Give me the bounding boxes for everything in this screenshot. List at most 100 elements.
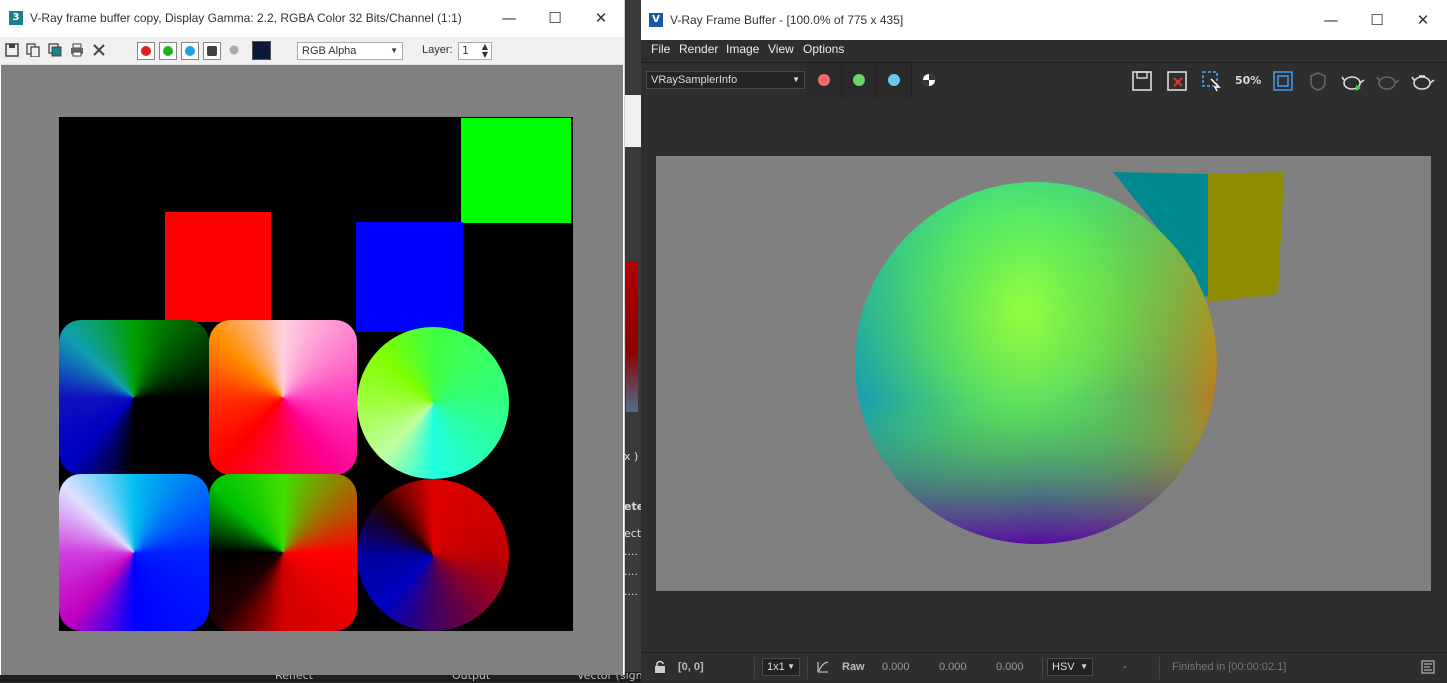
render-time: Finished in [00:00:02.1]: [1172, 661, 1287, 673]
separator: [1042, 657, 1043, 679]
value-b: 0.000: [996, 661, 1024, 673]
blue-channel-icon: [185, 46, 195, 56]
channel-select[interactable]: RGB Alpha ▼: [297, 42, 403, 60]
value-mode: Raw: [842, 661, 865, 673]
menu-render[interactable]: Render: [679, 42, 718, 56]
window-title: V-Ray frame buffer copy, Display Gamma: …: [30, 11, 462, 25]
window-title: V-Ray Frame Buffer - [100.0% of 775 x 43…: [670, 13, 904, 27]
color-swatch[interactable]: [252, 41, 271, 60]
chevron-down-icon: ▼: [787, 662, 795, 671]
tile-5: [209, 474, 357, 631]
blue-square: [356, 222, 463, 332]
clear-image-icon[interactable]: [1165, 70, 1189, 92]
value-r: 0.000: [882, 661, 910, 673]
alpha-channel-icon: [207, 46, 217, 56]
render-image: [59, 117, 573, 631]
separator: [807, 657, 808, 679]
curve-icon[interactable]: [816, 660, 830, 674]
maximize-button[interactable]: ☐: [545, 8, 565, 28]
lock-icon[interactable]: [653, 660, 667, 674]
tile-3: [357, 327, 509, 479]
link-shield-icon[interactable]: [1306, 70, 1330, 92]
blue-channel-icon: [888, 74, 900, 86]
red-channel-toggle[interactable]: [137, 42, 155, 60]
background-text: ....: [624, 565, 638, 578]
title-bar[interactable]: V V-Ray Frame Buffer - [100.0% of 775 x …: [641, 0, 1447, 40]
channel-select-value: RGB Alpha: [302, 45, 357, 57]
clear-icon[interactable]: [92, 43, 106, 57]
save-icon[interactable]: [5, 43, 19, 57]
zoom-percent-icon[interactable]: 50%: [1235, 70, 1261, 92]
menu-image[interactable]: Image: [726, 42, 759, 56]
mono-icon[interactable]: [227, 43, 241, 57]
pixel-coordinates: [0, 0]: [678, 661, 704, 673]
close-button[interactable]: ✕: [1413, 10, 1433, 30]
chevron-down-icon: ▼: [792, 75, 800, 84]
track-mouse-icon[interactable]: [1271, 70, 1295, 92]
background-text: ....: [624, 585, 638, 598]
clone-icon[interactable]: [48, 43, 62, 57]
log-icon[interactable]: [1421, 660, 1435, 674]
separator: [1159, 657, 1160, 679]
background-text: ecto: [624, 527, 641, 540]
toolbar: RGB Alpha ▼ Layer: 1 ▲ ▼: [0, 37, 624, 65]
background-text: x ): [624, 450, 639, 463]
layer-value: 1: [462, 44, 469, 57]
sampling-select[interactable]: 1x1 ▼: [762, 658, 800, 676]
status-bar: [0, 0] 1x1 ▼ Raw 0.000 0.000 0.000 HSV ▼…: [641, 652, 1447, 683]
alpha-icon: [923, 74, 935, 86]
render-element-value: VRaySamplerInfo: [651, 74, 738, 86]
green-channel-icon: [853, 74, 865, 86]
color-mode-select[interactable]: HSV ▼: [1047, 658, 1093, 676]
color-mode-value: HSV: [1052, 661, 1075, 673]
layer-label: Layer:: [422, 44, 453, 56]
separator: [754, 657, 755, 679]
spinner-arrows-icon[interactable]: ▲ ▼: [482, 43, 488, 59]
vfb-viewport: [641, 98, 1447, 646]
menu-options[interactable]: Options: [803, 42, 844, 56]
close-button[interactable]: ✕: [591, 8, 611, 28]
render-teapot-icon[interactable]: [1411, 70, 1435, 92]
dash-text: -: [1123, 661, 1127, 673]
tile-4: [59, 474, 209, 631]
green-square: [461, 118, 571, 223]
blue-channel-toggle[interactable]: [181, 42, 199, 60]
render-element-select[interactable]: VRaySamplerInfo ▼: [646, 71, 805, 89]
chevron-down-icon: ▼: [1080, 662, 1088, 671]
alpha-channel-button[interactable]: [912, 63, 946, 97]
vray-app-icon: V: [649, 13, 663, 27]
minimize-button[interactable]: —: [499, 8, 519, 28]
copy-icon[interactable]: [26, 43, 40, 58]
red-channel-icon: [141, 46, 151, 56]
alpha-channel-toggle[interactable]: [203, 42, 221, 60]
tile-2: [209, 320, 357, 475]
3dsmax-app-icon: 3: [9, 11, 23, 25]
save-icon[interactable]: [1130, 70, 1154, 92]
print-icon[interactable]: [70, 43, 84, 57]
blue-channel-button[interactable]: [877, 63, 912, 97]
background-panel: [624, 95, 641, 147]
green-channel-button[interactable]: [842, 63, 877, 97]
minimize-button[interactable]: —: [1321, 10, 1341, 30]
green-channel-toggle[interactable]: [159, 42, 177, 60]
render-disabled-icon[interactable]: [1376, 70, 1400, 92]
sampling-value: 1x1: [767, 661, 785, 673]
maximize-button[interactable]: ☐: [1367, 10, 1387, 30]
menu-bar: File Render Image View Options: [641, 40, 1447, 60]
red-channel-button[interactable]: [807, 63, 842, 97]
background-text: ....: [624, 545, 638, 558]
tile-6: [357, 479, 509, 631]
menu-view[interactable]: View: [768, 42, 794, 56]
title-bar[interactable]: 3 V-Ray frame buffer copy, Display Gamma…: [0, 0, 624, 37]
layer-spinner[interactable]: 1 ▲ ▼: [458, 42, 492, 60]
red-channel-icon: [818, 74, 830, 86]
vray-frame-buffer-window: V V-Ray Frame Buffer - [100.0% of 775 x …: [641, 0, 1447, 683]
sampler-info-render: [855, 172, 1284, 544]
render-interactive-icon[interactable]: [1341, 70, 1365, 92]
menu-file[interactable]: File: [651, 42, 670, 56]
value-g: 0.000: [939, 661, 967, 673]
cube-yellow-face: [1208, 172, 1284, 302]
region-render-icon[interactable]: [1200, 70, 1224, 92]
background-strip: x ) ete ecto .... .... ....: [624, 0, 641, 682]
red-square: [165, 212, 271, 322]
